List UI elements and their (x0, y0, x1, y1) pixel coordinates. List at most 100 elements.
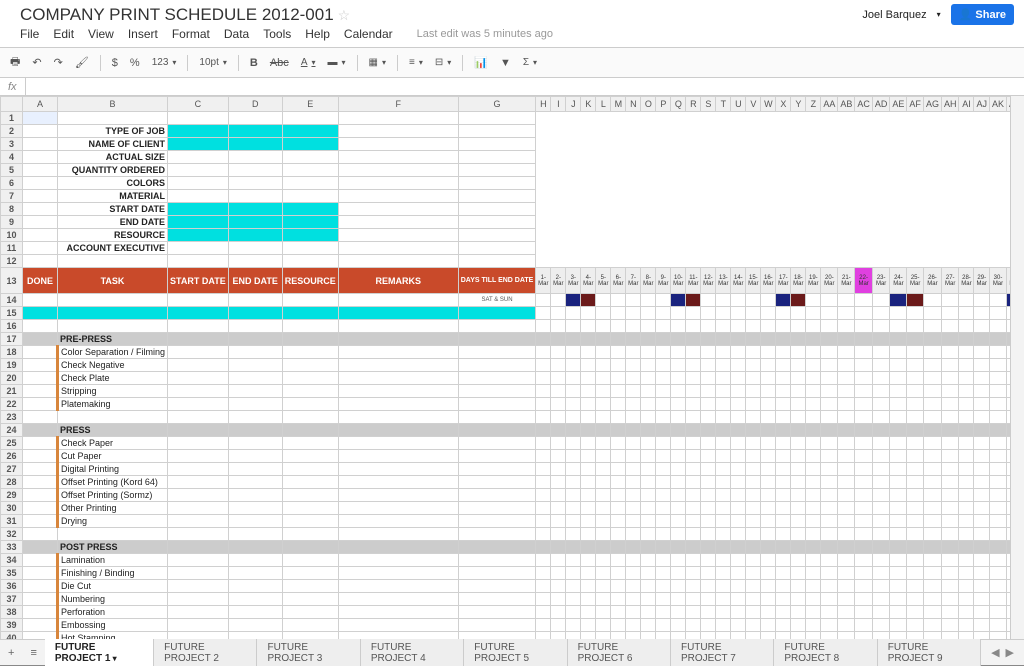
star-icon[interactable]: ☆ (338, 7, 351, 23)
col-header[interactable]: K (581, 97, 596, 112)
row-header[interactable]: 15 (1, 307, 23, 320)
tab-scroll-left[interactable]: ◀ (991, 646, 999, 659)
row-header[interactable]: 32 (1, 528, 23, 541)
col-header[interactable]: AC (855, 97, 873, 112)
row-header[interactable]: 9 (1, 216, 23, 229)
document-title[interactable]: COMPANY PRINT SCHEDULE 2012-001☆ (20, 5, 350, 25)
row-header[interactable]: 5 (1, 164, 23, 177)
menu-tools[interactable]: Tools (263, 27, 291, 41)
percent-button[interactable]: % (126, 55, 144, 71)
vertical-scrollbar[interactable] (1010, 96, 1024, 639)
currency-button[interactable]: $ (108, 55, 122, 71)
col-header[interactable]: F (338, 97, 458, 112)
col-header[interactable]: N (626, 97, 641, 112)
col-header[interactable]: Z (806, 97, 821, 112)
col-header[interactable]: R (686, 97, 701, 112)
add-sheet-button[interactable]: + (0, 647, 22, 659)
col-header[interactable]: AG (923, 97, 941, 112)
align-button[interactable]: ≡ (405, 56, 427, 69)
sheet-tab[interactable]: FUTURE PROJECT 8 (774, 638, 877, 666)
col-header[interactable]: AH (941, 97, 959, 112)
col-header[interactable]: AF (907, 97, 924, 112)
sheet-tab[interactable]: FUTURE PROJECT 1 (45, 638, 154, 666)
print-icon[interactable]: 🖶 (6, 51, 24, 74)
col-header[interactable]: AK (989, 97, 1006, 112)
all-sheets-button[interactable]: ≡ (22, 647, 44, 659)
menu-view[interactable]: View (88, 27, 114, 41)
col-header[interactable]: S (701, 97, 716, 112)
row-header[interactable]: 23 (1, 411, 23, 424)
row-header[interactable]: 16 (1, 320, 23, 333)
spreadsheet-grid[interactable]: ABCDEFGHIJKLMNOPQRSTUVWXYZAAABACADAEAFAG… (0, 96, 1010, 639)
font-size-select[interactable]: 10pt (195, 56, 230, 69)
col-header[interactable]: AE (890, 97, 907, 112)
insert-chart-icon[interactable]: 📊 (470, 54, 492, 71)
col-header[interactable]: AA (821, 97, 838, 112)
number-format-select[interactable]: 123 (148, 56, 181, 69)
fill-color-button[interactable]: ▬ (324, 56, 350, 69)
sheet-tab[interactable]: FUTURE PROJECT 6 (568, 638, 671, 666)
menu-data[interactable]: Data (224, 27, 249, 41)
wrap-button[interactable]: ⊟ (431, 56, 455, 69)
redo-icon[interactable]: ↷ (50, 54, 67, 71)
col-header[interactable]: AJ (974, 97, 990, 112)
sheet-tab[interactable]: FUTURE PROJECT 9 (878, 638, 981, 666)
col-header[interactable]: A (23, 97, 58, 112)
col-header[interactable]: L (596, 97, 611, 112)
text-color-button[interactable]: A (297, 56, 320, 69)
row-header[interactable]: 7 (1, 190, 23, 203)
formula-input[interactable] (26, 81, 1024, 93)
share-button[interactable]: Share (951, 4, 1014, 25)
col-header[interactable]: AD (872, 97, 890, 112)
col-header[interactable]: Q (671, 97, 686, 112)
col-header[interactable]: AL (1007, 97, 1011, 112)
tab-scroll-right[interactable]: ▶ (1006, 646, 1014, 659)
menu-calendar[interactable]: Calendar (344, 27, 393, 41)
col-header[interactable]: B (58, 97, 168, 112)
row-header[interactable]: 8 (1, 203, 23, 216)
col-header[interactable]: AB (838, 97, 855, 112)
user-name[interactable]: Joel Barquez (862, 9, 926, 21)
col-header[interactable]: I (551, 97, 566, 112)
row-header[interactable]: 4 (1, 151, 23, 164)
col-header[interactable]: O (641, 97, 656, 112)
col-header[interactable]: M (611, 97, 626, 112)
bold-button[interactable]: B (246, 55, 262, 71)
col-header[interactable]: AI (959, 97, 974, 112)
sheet-tab[interactable]: FUTURE PROJECT 2 (154, 638, 257, 666)
col-header[interactable]: D (228, 97, 282, 112)
sheet-tab[interactable]: FUTURE PROJECT 7 (671, 638, 774, 666)
row-header[interactable]: 11 (1, 242, 23, 255)
menu-file[interactable]: File (20, 27, 39, 41)
filter-icon[interactable]: ▼ (496, 55, 515, 71)
col-header[interactable]: G (458, 97, 536, 112)
col-header[interactable]: W (761, 97, 776, 112)
row-header[interactable]: 6 (1, 177, 23, 190)
col-header[interactable]: H (536, 97, 551, 112)
col-header[interactable]: C (168, 97, 229, 112)
menu-insert[interactable]: Insert (128, 27, 158, 41)
col-header[interactable]: Y (791, 97, 806, 112)
menu-format[interactable]: Format (172, 27, 210, 41)
sheet-tab[interactable]: FUTURE PROJECT 5 (464, 638, 567, 666)
col-header[interactable]: X (776, 97, 791, 112)
paint-format-icon[interactable]: 🖌 (71, 54, 93, 71)
row-header[interactable]: 10 (1, 229, 23, 242)
strike-button[interactable]: Abc (266, 55, 293, 71)
menu-edit[interactable]: Edit (53, 27, 74, 41)
undo-icon[interactable]: ↶ (28, 54, 45, 71)
col-header[interactable]: P (656, 97, 671, 112)
user-menu-caret[interactable]: ▾ (937, 10, 941, 19)
row-header[interactable]: 1 (1, 112, 23, 125)
sheet-tab[interactable]: FUTURE PROJECT 4 (361, 638, 464, 666)
row-header[interactable]: 12 (1, 255, 23, 268)
functions-button[interactable]: Σ (519, 56, 541, 69)
col-header[interactable]: U (731, 97, 746, 112)
col-header[interactable]: J (566, 97, 581, 112)
row-header[interactable]: 3 (1, 138, 23, 151)
col-header[interactable]: V (746, 97, 761, 112)
row-header[interactable]: 2 (1, 125, 23, 138)
menu-help[interactable]: Help (305, 27, 330, 41)
sheet-tab[interactable]: FUTURE PROJECT 3 (257, 638, 360, 666)
col-header[interactable]: T (716, 97, 731, 112)
